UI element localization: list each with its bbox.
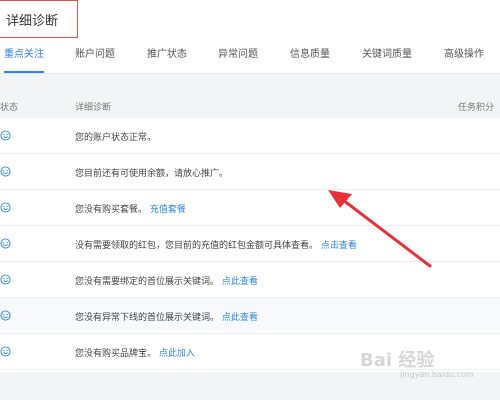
column-header-status: 状态 bbox=[0, 103, 19, 113]
row-message: 您没有购买套餐。 充值套餐 bbox=[75, 202, 186, 215]
row-text: 您目前还有可使用余额，请放心推广。 bbox=[75, 169, 229, 179]
row-message: 您目前还有可使用余额，请放心推广。 bbox=[75, 166, 228, 179]
view-bind-keywords-link[interactable]: 点此查看 bbox=[222, 277, 258, 287]
table-row: 没有需要领取的红包，您目前的充值的红包金额可具体查看。 点击查看 bbox=[0, 226, 500, 262]
row-text: 您没有购买品牌宝。 bbox=[75, 349, 157, 359]
view-offline-keywords-link[interactable]: 点此查看 bbox=[222, 313, 258, 323]
join-brand-zone-link[interactable]: 点此加入 bbox=[159, 349, 195, 359]
smiley-status-icon bbox=[0, 310, 11, 321]
row-message: 您的账户状态正常。 bbox=[75, 130, 156, 143]
smiley-status-icon bbox=[0, 166, 11, 177]
table-header: 状态 详细诊断 任务积分 bbox=[0, 92, 500, 120]
row-message: 您没有购买品牌宝。 点此加入 bbox=[75, 346, 195, 359]
tab-abnormal-issues[interactable]: 异常问题 bbox=[218, 40, 258, 73]
row-message: 您没有需要绑定的首位展示关键词。 点此查看 bbox=[75, 274, 258, 287]
tab-promotion-status[interactable]: 推广状态 bbox=[147, 40, 187, 73]
smiley-status-icon bbox=[0, 274, 11, 285]
table-row: 您目前还有可使用余额，请放心推广。 bbox=[0, 154, 500, 190]
row-text: 您没有需要绑定的首位展示关键词。 bbox=[75, 277, 220, 287]
watermark-brand: Bai 经验 bbox=[360, 350, 435, 371]
watermark-url: jingyan.baidu.com bbox=[400, 370, 474, 379]
diagnosis-table-body: 您的账户状态正常。 您目前还有可使用余额，请放心推广。 您没有购买套餐。 充值套… bbox=[0, 118, 500, 372]
row-text: 您没有异常下线的首位展示关键词。 bbox=[75, 313, 220, 323]
table-row: 您没有异常下线的首位展示关键词。 点此查看 bbox=[0, 298, 500, 334]
tab-account-issues[interactable]: 账户问题 bbox=[75, 40, 115, 73]
row-message: 没有需要领取的红包，您目前的充值的红包金额可具体查看。 点击查看 bbox=[75, 238, 357, 251]
row-message: 您没有异常下线的首位展示关键词。 点此查看 bbox=[75, 310, 258, 323]
tab-advanced-operations[interactable]: 高级操作 bbox=[444, 40, 484, 73]
smiley-status-icon bbox=[0, 130, 11, 141]
row-text: 您的账户状态正常。 bbox=[75, 133, 157, 143]
table-row: 您没有需要绑定的首位展示关键词。 点此查看 bbox=[0, 262, 500, 298]
column-header-score: 任务积分 bbox=[458, 103, 495, 113]
tab-key-focus[interactable]: 重点关注 bbox=[4, 40, 44, 73]
row-text: 没有需要领取的红包，您目前的充值的红包金额可具体查看。 bbox=[75, 241, 319, 251]
recharge-package-link[interactable]: 充值套餐 bbox=[150, 205, 186, 215]
smiley-status-icon bbox=[0, 346, 11, 357]
table-row: 您的账户状态正常。 bbox=[0, 118, 500, 154]
table-row: 您没有购买套餐。 充值套餐 bbox=[0, 190, 500, 226]
page-title: 详细诊断 bbox=[6, 14, 59, 29]
column-header-detail: 详细诊断 bbox=[75, 103, 112, 113]
smiley-status-icon bbox=[0, 202, 11, 213]
detail-diagnosis-title-box: 详细诊断 bbox=[0, 0, 78, 38]
baidu-jingyan-watermark: Bai 经验 jingyan.baidu.com bbox=[360, 346, 480, 386]
tab-info-quality[interactable]: 信息质量 bbox=[290, 40, 330, 73]
smiley-status-icon bbox=[0, 238, 11, 249]
row-text: 您没有购买套餐。 bbox=[75, 205, 148, 215]
view-red-packet-link[interactable]: 点击查看 bbox=[321, 241, 357, 251]
tab-keyword-quality[interactable]: 关键词质量 bbox=[362, 40, 412, 73]
tab-bar: 重点关注 账户问题 推广状态 异常问题 信息质量 关键词质量 高级操作 bbox=[0, 40, 500, 74]
